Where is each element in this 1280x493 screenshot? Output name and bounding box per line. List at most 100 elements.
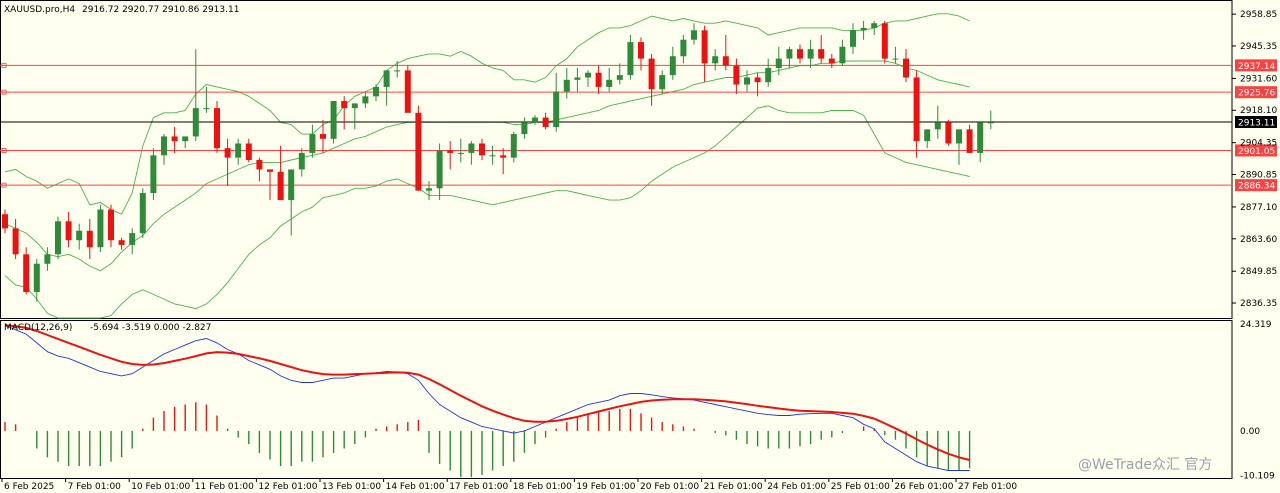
candle-body xyxy=(765,68,772,83)
candle-body xyxy=(320,134,326,139)
chart-background xyxy=(0,0,1280,493)
candle-body xyxy=(733,65,740,85)
macd-title: MACD(12,26,9) xyxy=(4,323,72,333)
candle-body xyxy=(65,221,72,241)
candle-body xyxy=(341,101,348,109)
candle-body xyxy=(903,58,909,78)
candle-body xyxy=(934,122,941,130)
candle-body xyxy=(23,254,30,293)
candle-body xyxy=(945,122,952,144)
price-tick-8: 2849.85 xyxy=(1240,267,1277,277)
candle-body xyxy=(881,23,888,59)
candle-body xyxy=(245,143,252,160)
candle-body xyxy=(532,117,538,123)
candle-body xyxy=(595,72,602,87)
candle-body xyxy=(479,143,485,156)
price-tick-7: 2863.60 xyxy=(1240,235,1277,245)
candle[interactable] xyxy=(945,119,952,146)
time-tick-0: 6 Feb 2025 xyxy=(4,482,54,492)
time-tick-10: 20 Feb 01:00 xyxy=(640,482,699,492)
candle-body xyxy=(722,56,729,66)
candle-body xyxy=(383,70,390,87)
time-tick-5: 13 Feb 01:00 xyxy=(322,482,381,492)
candle-body xyxy=(500,155,507,158)
candle-body xyxy=(447,150,454,153)
level-tag-3: 2886.34 xyxy=(1238,182,1275,192)
candle-body xyxy=(76,230,83,241)
time-tick-9: 19 Feb 01:00 xyxy=(576,482,635,492)
price-tick-2: 2931.60 xyxy=(1240,74,1277,84)
level-tag-0: 2937.14 xyxy=(1238,62,1275,72)
candle-body xyxy=(288,169,295,201)
candle-body xyxy=(839,46,846,64)
candle-body xyxy=(108,209,114,241)
candle-body xyxy=(277,171,284,201)
candle-body xyxy=(913,77,920,142)
candle-body xyxy=(351,103,358,109)
current-price-tag: 2913.11 xyxy=(1238,119,1275,129)
candle-body xyxy=(563,79,570,92)
candle-body xyxy=(977,122,984,153)
time-tick-7: 17 Feb 01:00 xyxy=(449,482,508,492)
price-tick-4: 2904.35 xyxy=(1240,139,1277,149)
candle-body xyxy=(118,240,125,245)
candle-body xyxy=(627,42,634,76)
candle-body xyxy=(129,233,136,245)
candle[interactable] xyxy=(330,101,337,144)
candle[interactable] xyxy=(415,105,422,191)
candle-body xyxy=(150,155,157,194)
macd-values: -5.694 -3.519 0.000 -2.827 xyxy=(90,323,211,333)
candle[interactable] xyxy=(404,65,411,113)
symbol-label: XAUUSD.pro,H4 xyxy=(4,5,75,15)
price-tick-5: 2890.85 xyxy=(1240,171,1277,181)
candle[interactable] xyxy=(139,188,146,238)
time-tick-3: 11 Feb 01:00 xyxy=(195,482,254,492)
time-tick-12: 24 Feb 01:00 xyxy=(767,482,826,492)
candle-body xyxy=(426,188,432,191)
candle-body xyxy=(606,79,613,87)
level-tag-1: 2925.76 xyxy=(1238,89,1275,99)
candle[interactable] xyxy=(214,101,220,153)
price-tick-6: 2877.10 xyxy=(1240,203,1277,213)
candle[interactable] xyxy=(150,148,157,201)
candle-body xyxy=(659,75,666,90)
ohlc-readout: 2916.72 2920.77 2910.86 2913.11 xyxy=(82,5,239,15)
candle-body xyxy=(828,58,835,64)
candle-body xyxy=(892,58,899,60)
candle-body xyxy=(139,193,146,234)
candle-body xyxy=(436,150,443,189)
candle-body xyxy=(161,136,167,156)
candle-body xyxy=(55,221,61,255)
candle[interactable] xyxy=(97,204,104,252)
candle-body xyxy=(171,136,178,142)
time-tick-8: 18 Feb 01:00 xyxy=(513,482,572,492)
price-tick-0: 2958.85 xyxy=(1240,10,1277,20)
candle-body xyxy=(182,136,189,142)
candle-body xyxy=(966,129,973,153)
candle-body xyxy=(362,96,369,104)
candle-body xyxy=(744,77,750,85)
time-tick-6: 14 Feb 01:00 xyxy=(386,482,445,492)
candle-body xyxy=(871,23,878,28)
candle-body xyxy=(468,143,475,153)
candle-body xyxy=(2,214,8,229)
candle-body xyxy=(807,49,814,59)
candle-body xyxy=(214,108,220,149)
candle[interactable] xyxy=(55,216,61,260)
candle-body xyxy=(309,134,316,153)
time-tick-4: 12 Feb 01:00 xyxy=(258,482,317,492)
candle-body xyxy=(850,30,856,47)
macd-tick-0: 24.319 xyxy=(1240,320,1272,330)
time-tick-14: 26 Feb 01:00 xyxy=(894,482,953,492)
candle[interactable] xyxy=(23,247,30,295)
candle-body xyxy=(542,117,549,127)
price-chart[interactable]: 2937.142925.762901.052886.342913.112958.… xyxy=(0,0,1280,493)
time-tick-1: 7 Feb 01:00 xyxy=(68,482,122,492)
candle[interactable] xyxy=(881,20,888,64)
candle-body xyxy=(235,143,242,158)
candle-body xyxy=(44,254,51,264)
price-tick-3: 2918.10 xyxy=(1240,106,1277,116)
candle-body xyxy=(775,58,782,69)
candle-body xyxy=(754,77,761,83)
candle-body xyxy=(12,228,19,255)
